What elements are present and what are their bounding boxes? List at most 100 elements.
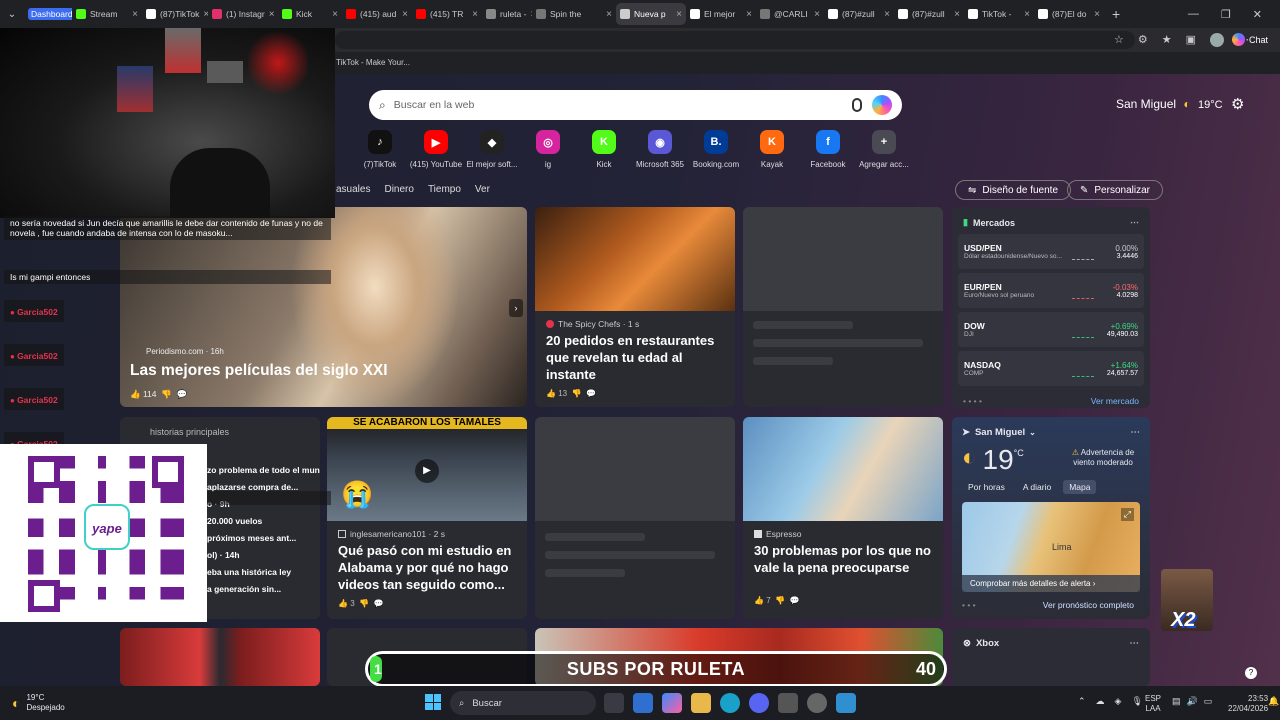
tab[interactable]: (87)#zull ×: [824, 3, 894, 25]
close-tab-icon[interactable]: ×: [468, 9, 478, 20]
close-tab-icon[interactable]: ×: [742, 9, 752, 20]
tray-chevron-icon[interactable]: ⌃: [1078, 696, 1086, 707]
close-tab-icon[interactable]: ×: [950, 9, 960, 20]
favorites-icon[interactable]: ★: [1162, 33, 1172, 47]
market-row[interactable]: NASDAQ COMP +1.64% 24,657.57: [958, 351, 1144, 386]
close-tab-icon[interactable]: ×: [1020, 9, 1030, 20]
address-input[interactable]: [335, 31, 1135, 49]
carousel-next-button[interactable]: ›: [509, 299, 523, 317]
weather-map[interactable]: Lima ⤢ Comprobar más detalles de alerta …: [962, 502, 1140, 592]
wind-alert[interactable]: ⚠ Advertencia de viento moderado: [1066, 448, 1140, 468]
more-options-icon[interactable]: ⋯: [1130, 217, 1139, 228]
expand-icon[interactable]: ⤢: [1120, 508, 1134, 521]
language-indicator[interactable]: ESP LAA: [1145, 694, 1161, 714]
close-tab-icon[interactable]: ×: [602, 9, 612, 20]
mic-icon[interactable]: 🎙: [1131, 696, 1142, 707]
web-search-box[interactable]: ⌕ Buscar en la web: [369, 90, 902, 120]
shortcut-tile[interactable]: ♪ (7)TikTok: [352, 130, 408, 169]
shortcut-tile[interactable]: ▶ (415) YouTube: [408, 130, 464, 169]
shortcut-tile[interactable]: K Kayak: [744, 130, 800, 169]
file-explorer-icon[interactable]: [691, 693, 711, 713]
shortcut-tile[interactable]: K Kick: [576, 130, 632, 169]
card-reactions[interactable]: 👍 7 👎 💬: [743, 590, 943, 611]
tab[interactable]: ruleta -×: [482, 3, 532, 25]
taskbar-weather[interactable]: ◐ 19°C Despejado: [12, 693, 65, 713]
task-view-icon[interactable]: [604, 693, 624, 713]
bookmark-tiktok[interactable]: TikTok - Make Your...: [336, 58, 410, 67]
tab[interactable]: @CARLI ×: [756, 3, 824, 25]
app-icon[interactable]: [836, 693, 856, 713]
store-icon[interactable]: [633, 693, 653, 713]
close-window-button[interactable]: ✕: [1253, 8, 1262, 21]
pager-dots[interactable]: • • •: [962, 600, 976, 610]
close-tab-icon[interactable]: ×: [810, 9, 820, 20]
new-tab-button[interactable]: +: [1112, 6, 1120, 22]
more-options-icon[interactable]: ⋯: [1130, 638, 1140, 649]
nav-dinero[interactable]: Dinero: [384, 184, 413, 195]
pager-dots[interactable]: • • • •: [963, 396, 982, 406]
market-row[interactable]: DOW DJI +0.69% 49,490.03: [958, 312, 1144, 347]
news-card-espresso[interactable]: Espresso 30 problemas por los que no val…: [743, 417, 943, 619]
customize-button[interactable]: ✎ Personalizar: [1067, 180, 1163, 200]
edge-icon[interactable]: [720, 693, 740, 713]
close-tab-icon[interactable]: ×: [672, 9, 682, 20]
tray-app-icon[interactable]: ☁: [1096, 696, 1105, 707]
minimize-button[interactable]: —: [1188, 8, 1199, 21]
market-row[interactable]: EUR/PEN Euro/Nuevo sol peruano -0.03% 4.029…: [958, 273, 1144, 308]
settings-gear-icon[interactable]: ⚙: [1231, 95, 1244, 113]
see-market-link[interactable]: Ver mercado: [1091, 396, 1139, 406]
full-forecast-link[interactable]: Ver pronóstico completo: [1043, 600, 1134, 610]
tab-hourly[interactable]: Por horas: [962, 480, 1011, 494]
nav-casuales[interactable]: asuales: [336, 184, 370, 195]
battery-icon[interactable]: ▭: [1204, 696, 1213, 707]
maximize-button[interactable]: ❐: [1221, 8, 1231, 21]
shortcut-tile[interactable]: + Agregar acc...: [856, 130, 912, 169]
font-design-button[interactable]: ⇋ Diseño de fuente: [955, 180, 1072, 200]
discord-icon[interactable]: [749, 693, 769, 713]
shortcut-tile[interactable]: ◉ Microsoft 365: [632, 130, 688, 169]
tab[interactable]: TikTok - ×: [964, 3, 1034, 25]
collections-icon[interactable]: ▣: [1186, 33, 1196, 47]
app-icon[interactable]: [778, 693, 798, 713]
more-options-icon[interactable]: ⋯: [1131, 427, 1141, 438]
profile-avatar[interactable]: [1210, 33, 1225, 47]
nav-ver[interactable]: Ver: [475, 184, 490, 195]
shortcut-tile[interactable]: ◎ ig: [520, 130, 576, 169]
extensions-icon[interactable]: ⚙: [1138, 33, 1148, 47]
news-card-spicy[interactable]: The Spicy Chefs · 1 s 20 pedidos en rest…: [535, 207, 735, 407]
copilot-chat-button[interactable]: Chat: [1232, 33, 1268, 46]
weather-location[interactable]: San Miguel: [975, 427, 1025, 438]
close-tab-icon[interactable]: ×: [1090, 9, 1100, 20]
tab[interactable]: (415) aud ×: [342, 3, 412, 25]
help-icon[interactable]: ?: [1245, 667, 1257, 679]
search-input[interactable]: Buscar en la web: [394, 99, 475, 111]
start-button[interactable]: [425, 694, 441, 710]
notifications-icon[interactable]: 🔔: [1268, 696, 1279, 707]
chevron-down-icon[interactable]: ⌄: [1029, 428, 1036, 437]
shortcut-tile[interactable]: ◆ El mejor soft...: [464, 130, 520, 169]
volume-icon[interactable]: 🔊: [1187, 696, 1198, 707]
tab[interactable]: (87)#zull ×: [894, 3, 964, 25]
microphone-icon[interactable]: [852, 98, 862, 112]
bottom-card-politicians[interactable]: [120, 628, 320, 686]
taskbar-search[interactable]: ⌕ Buscar: [450, 691, 596, 715]
close-tab-icon[interactable]: ×: [398, 9, 408, 20]
clock[interactable]: 23:53 22/04/2026: [1228, 694, 1268, 714]
video-card[interactable]: SE ACABARON LOS TAMALES ▶ 😭 inglesameric…: [327, 417, 527, 619]
alert-details-link[interactable]: Comprobar más detalles de alerta ›: [962, 575, 1140, 592]
market-row[interactable]: USD/PEN Dólar estadounidense/Nuevo so... 0…: [958, 234, 1144, 269]
tray-app-icon[interactable]: ◈: [1115, 696, 1122, 707]
tab[interactable]: El mejor ×: [686, 3, 756, 25]
close-tab-icon[interactable]: ×: [880, 9, 890, 20]
play-icon[interactable]: ▶: [415, 459, 439, 483]
tab[interactable]: Nueva p ×: [616, 3, 686, 25]
nav-tiempo[interactable]: Tiempo: [428, 184, 461, 195]
favorite-star-icon[interactable]: ☆: [1114, 33, 1124, 47]
copilot-app-icon[interactable]: [662, 693, 682, 713]
card-reactions[interactable]: 👍 13 👎 💬: [535, 383, 735, 404]
tab[interactable]: (415) TR ×: [412, 3, 482, 25]
copilot-search-icon[interactable]: [872, 95, 892, 115]
shortcut-tile[interactable]: B. Booking.com: [688, 130, 744, 169]
network-icon[interactable]: ▤: [1172, 696, 1181, 707]
tab[interactable]: (87)El do ×: [1034, 3, 1104, 25]
